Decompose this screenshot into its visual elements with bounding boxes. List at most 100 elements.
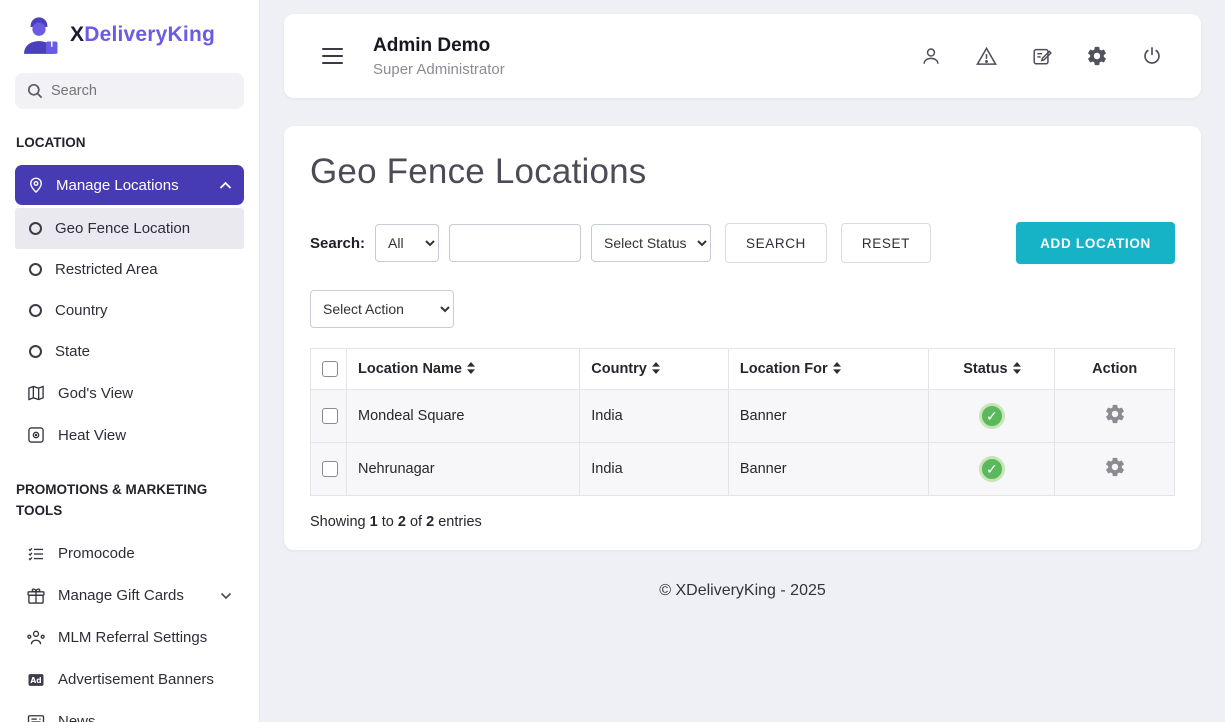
page-title: Geo Fence Locations (310, 152, 1175, 192)
select-all-checkbox[interactable] (322, 361, 338, 377)
chevron-down-icon (220, 592, 232, 600)
brand-name-prefix: X (70, 23, 84, 46)
svg-text:Ad: Ad (30, 676, 41, 685)
table-header-row: Location Name Country Location For Statu… (311, 349, 1175, 390)
brand-name-suffix: DeliveryKing (84, 23, 215, 46)
row-settings-icon[interactable] (1104, 456, 1126, 478)
column-header-action: Action (1055, 349, 1175, 390)
filter-row: Search: All Select Status SEARCH RESET A… (310, 222, 1175, 264)
sort-icon (467, 362, 475, 374)
row-checkbox[interactable] (322, 461, 338, 477)
column-header-location-for[interactable]: Location For (728, 349, 928, 390)
sidebar-item-advertisement-banners[interactable]: Ad Advertisement Banners (15, 659, 244, 701)
referral-network-icon (26, 628, 46, 648)
locations-table: Location Name Country Location For Statu… (310, 348, 1175, 496)
cell-location-for: Banner (728, 390, 928, 443)
cell-location-for: Banner (728, 443, 928, 496)
table-row: Mondeal Square India Banner ✓ (311, 390, 1175, 443)
sidebar-search[interactable] (15, 73, 244, 109)
status-select[interactable]: Select Status (591, 224, 711, 262)
column-header-location-name[interactable]: Location Name (347, 349, 580, 390)
cell-country: India (580, 443, 729, 496)
sidebar-item-label: Manage Locations (56, 177, 179, 194)
section-promotions-label: PROMOTIONS & MARKETING TOOLS (16, 480, 243, 521)
sidebar-item-gods-view[interactable]: God's View (15, 372, 244, 414)
sidebar-item-promocode[interactable]: Promocode (15, 533, 244, 575)
gift-icon (26, 586, 46, 606)
sidebar-item-label: Country (55, 302, 108, 319)
chevron-up-icon (219, 181, 232, 190)
circle-bullet-icon (29, 222, 42, 235)
search-label: Search: (310, 235, 365, 252)
admin-name: Admin Demo (373, 35, 505, 57)
cell-country: India (580, 390, 729, 443)
search-button[interactable]: SEARCH (725, 223, 827, 263)
sidebar-search-input[interactable] (51, 83, 232, 99)
form-edit-icon[interactable] (1031, 45, 1053, 67)
admin-role: Super Administrator (373, 61, 505, 78)
sort-icon (1013, 362, 1021, 374)
brand-name: XDeliveryKing (70, 23, 215, 47)
row-settings-icon[interactable] (1104, 403, 1126, 425)
brand[interactable]: XDeliveryKing (15, 12, 244, 61)
column-header-status[interactable]: Status (929, 349, 1055, 390)
add-location-button[interactable]: ADD LOCATION (1016, 222, 1175, 264)
sort-icon (833, 362, 841, 374)
circle-bullet-icon (29, 263, 42, 276)
settings-icon[interactable] (1086, 45, 1108, 67)
filter-search-input[interactable] (449, 224, 581, 262)
power-icon[interactable] (1141, 45, 1163, 67)
sidebar-item-label: State (55, 343, 90, 360)
cell-location-name: Nehrunagar (347, 443, 580, 496)
sidebar-item-heat-view[interactable]: Heat View (15, 414, 244, 456)
sort-icon (652, 362, 660, 374)
footer-copyright: © XDeliveryKing - 2025 (284, 582, 1201, 600)
topbar-icons (920, 45, 1163, 68)
sidebar-item-manage-gift-cards[interactable]: Manage Gift Cards (15, 575, 244, 617)
sidebar-item-restricted-area[interactable]: Restricted Area (15, 249, 244, 290)
row-checkbox[interactable] (322, 408, 338, 424)
circle-bullet-icon (29, 304, 42, 317)
alert-triangle-icon[interactable] (975, 45, 998, 68)
cell-location-name: Mondeal Square (347, 390, 580, 443)
search-icon (27, 83, 43, 99)
sidebar-item-state[interactable]: State (15, 331, 244, 372)
topbar: Admin Demo Super Administrator (284, 14, 1201, 98)
bulk-action-row: Select Action (310, 290, 1175, 328)
sidebar-item-label: Advertisement Banners (58, 671, 214, 688)
content-card: Geo Fence Locations Search: All Select S… (284, 126, 1201, 550)
sidebar-item-country[interactable]: Country (15, 290, 244, 331)
sidebar-item-label: Heat View (58, 427, 126, 444)
search-category-select[interactable]: All (375, 224, 439, 262)
menu-toggle-icon[interactable] (322, 44, 343, 68)
sidebar-item-manage-locations[interactable]: Manage Locations (15, 165, 244, 205)
table-info: Showing 1 to 2 of 2 entries (310, 514, 1175, 530)
map-icon (26, 383, 46, 403)
delivery-person-icon (17, 14, 61, 55)
sidebar-item-label: News (58, 713, 96, 722)
sidebar: XDeliveryKing LOCATION Manage Locations … (0, 0, 260, 722)
sidebar-item-geo-fence-location[interactable]: Geo Fence Location (15, 208, 244, 249)
sidebar-item-label: Restricted Area (55, 261, 158, 278)
news-icon (26, 712, 46, 722)
bulk-action-select[interactable]: Select Action (310, 290, 454, 328)
admin-info: Admin Demo Super Administrator (373, 35, 505, 78)
sidebar-item-news[interactable]: News (15, 701, 244, 722)
sidebar-item-mlm-referral-settings[interactable]: MLM Referral Settings (15, 617, 244, 659)
status-active-icon[interactable]: ✓ (979, 403, 1005, 429)
sidebar-item-label: MLM Referral Settings (58, 629, 207, 646)
section-location-label: LOCATION (16, 133, 243, 153)
sidebar-item-label: Manage Gift Cards (58, 587, 184, 604)
map-pin-icon (27, 176, 45, 194)
sidebar-item-label: Promocode (58, 545, 135, 562)
ad-icon: Ad (26, 670, 46, 690)
reset-button[interactable]: RESET (841, 223, 931, 263)
heatmap-icon (26, 425, 46, 445)
sidebar-item-label: Geo Fence Location (55, 220, 190, 237)
column-header-country[interactable]: Country (580, 349, 729, 390)
main-area: Admin Demo Super Administrator Geo Fence… (260, 0, 1225, 722)
user-icon[interactable] (920, 45, 942, 67)
sidebar-item-label: God's View (58, 385, 133, 402)
status-active-icon[interactable]: ✓ (979, 456, 1005, 482)
table-row: Nehrunagar India Banner ✓ (311, 443, 1175, 496)
